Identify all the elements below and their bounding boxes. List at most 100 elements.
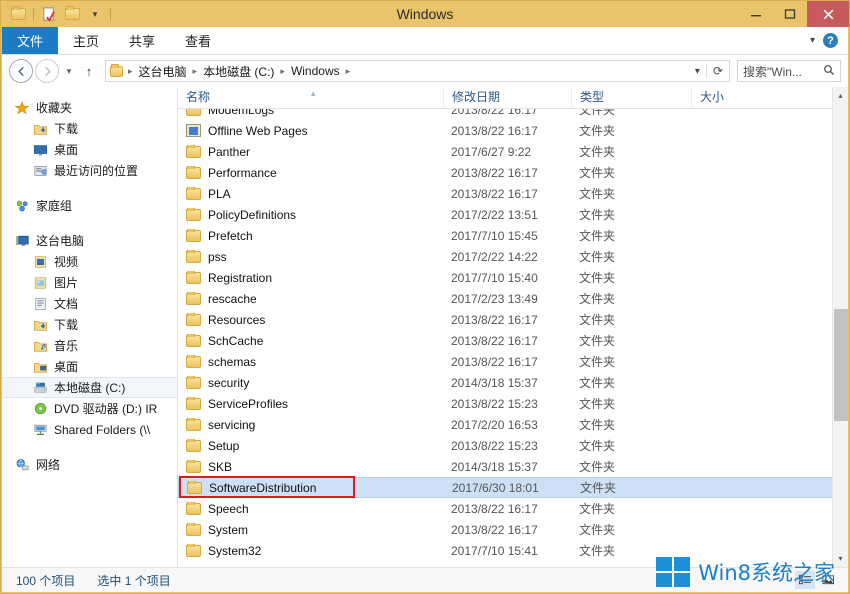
sidebar-item-downloads[interactable]: 下载	[2, 314, 177, 335]
sidebar-item-label: 音乐	[54, 337, 78, 354]
column-header-type[interactable]: 类型	[571, 87, 691, 108]
table-row[interactable]: Speech2013/8/22 16:17文件夹	[178, 498, 848, 519]
vertical-scrollbar[interactable]: ▴ ▾	[832, 87, 848, 567]
breadcrumb-item-1[interactable]: 本地磁盘 (C:)	[200, 63, 277, 80]
download-folder-icon	[32, 317, 48, 333]
table-row[interactable]: Prefetch2017/7/10 15:45文件夹	[178, 225, 848, 246]
table-row[interactable]: PLA2013/8/22 16:17文件夹	[178, 183, 848, 204]
table-row[interactable]: ModemLogs2013/8/22 16:17文件夹	[178, 109, 848, 120]
sidebar-item-desktop-fav[interactable]: 桌面	[2, 139, 177, 160]
search-input[interactable]: 搜索"Win...	[737, 60, 841, 82]
refresh-icon[interactable]: ⟳	[713, 64, 723, 78]
file-rows[interactable]: ModemLogs2013/8/22 16:17文件夹 Offline Web P…	[178, 109, 848, 567]
table-row[interactable]: rescache2017/2/23 13:49文件夹	[178, 288, 848, 309]
folder-icon	[186, 545, 201, 557]
sidebar-item-desktop[interactable]: 桌面	[2, 356, 177, 377]
sidebar-group-network[interactable]: 网络	[2, 454, 177, 475]
table-row[interactable]: PolicyDefinitions2017/2/22 13:51文件夹	[178, 204, 848, 225]
explorer-body: 收藏夹 下载 桌面	[2, 87, 848, 567]
table-row[interactable]: servicing2017/2/20 16:53文件夹	[178, 414, 848, 435]
file-type: 文件夹	[572, 479, 692, 496]
tab-file[interactable]: 文件	[2, 27, 58, 54]
new-folder-icon[interactable]	[62, 4, 82, 24]
chevron-down-icon[interactable]: ▾	[85, 4, 105, 24]
chevron-down-icon[interactable]: ▾	[810, 35, 815, 46]
table-row[interactable]: pss2017/2/22 14:22文件夹	[178, 246, 848, 267]
sidebar-group-this-pc[interactable]: 这台电脑	[2, 230, 177, 251]
table-row[interactable]: security2014/3/18 15:37文件夹	[178, 372, 848, 393]
minimize-button[interactable]	[739, 1, 773, 27]
maximize-button[interactable]	[773, 1, 807, 27]
file-date: 2017/6/27 9:22	[443, 145, 571, 159]
file-type: 文件夹	[571, 109, 691, 118]
recent-locations-icon[interactable]: ▾	[61, 59, 77, 83]
sidebar-item-label: 家庭组	[36, 197, 72, 214]
forward-button[interactable]	[35, 59, 59, 83]
navigation-pane[interactable]: 收藏夹 下载 桌面	[2, 87, 178, 567]
search-placeholder: 搜索"Win...	[743, 63, 802, 80]
file-name: System32	[208, 544, 261, 558]
table-row[interactable]: SKB2014/3/18 15:37文件夹	[178, 456, 848, 477]
table-row[interactable]: Resources2013/8/22 16:17文件夹	[178, 309, 848, 330]
scroll-up-icon[interactable]: ▴	[833, 87, 849, 104]
file-type: 文件夹	[571, 185, 691, 202]
sidebar-group-homegroup[interactable]: 家庭组	[2, 195, 177, 216]
toolbar-divider-2	[110, 8, 111, 21]
table-row[interactable]: SchCache2013/8/22 16:17文件夹	[178, 330, 848, 351]
folder-icon[interactable]	[8, 4, 28, 24]
sidebar-item-shared-folders[interactable]: Shared Folders (\\	[2, 419, 177, 440]
breadcrumb-separator-2: ▸	[279, 66, 286, 77]
table-row[interactable]: ServiceProfiles2013/8/22 15:23文件夹	[178, 393, 848, 414]
table-row[interactable]: Offline Web Pages2013/8/22 16:17文件夹	[178, 120, 848, 141]
sidebar-item-music[interactable]: 音乐	[2, 335, 177, 356]
file-name: Offline Web Pages	[208, 124, 308, 138]
address-dropdown-icon[interactable]: ▾	[695, 66, 700, 77]
tab-share[interactable]: 共享	[114, 27, 170, 54]
breadcrumb-item-2[interactable]: Windows	[288, 64, 343, 78]
sidebar-item-local-disk-c[interactable]: 本地磁盘 (C:)	[2, 377, 177, 398]
scrollbar-thumb[interactable]	[834, 309, 848, 421]
table-row[interactable]: Registration2017/7/10 15:40文件夹	[178, 267, 848, 288]
help-icon[interactable]: ?	[823, 33, 838, 48]
scrollbar-track[interactable]	[833, 104, 849, 550]
breadcrumb[interactable]: ▸ 这台电脑 ▸ 本地磁盘 (C:) ▸ Windows ▸ ▾ ⟳	[105, 60, 730, 82]
table-row[interactable]: Setup2013/8/22 15:23文件夹	[178, 435, 848, 456]
table-row[interactable]: Performance2013/8/22 16:17文件夹	[178, 162, 848, 183]
table-row[interactable]: SoftwareDistribution2017/6/30 18:01文件夹	[178, 477, 848, 498]
up-button[interactable]: ↑	[79, 59, 99, 83]
file-type: 文件夹	[571, 353, 691, 370]
file-type: 文件夹	[571, 143, 691, 160]
table-row[interactable]: schemas2013/8/22 16:17文件夹	[178, 351, 848, 372]
sidebar-item-label: 本地磁盘 (C:)	[54, 379, 125, 396]
file-date: 2013/8/22 16:17	[443, 124, 571, 138]
sidebar-item-videos[interactable]: 视频	[2, 251, 177, 272]
sidebar-item-dvd-drive-d[interactable]: DVD 驱动器 (D:) IR	[2, 398, 177, 419]
file-name: Panther	[208, 145, 250, 159]
sidebar-item-recent-places[interactable]: 最近访问的位置	[2, 160, 177, 181]
folder-icon	[186, 440, 201, 452]
sidebar-group-favorites[interactable]: 收藏夹	[2, 97, 177, 118]
sidebar-item-documents[interactable]: 文档	[2, 293, 177, 314]
folder-icon	[186, 209, 201, 221]
search-icon[interactable]	[823, 64, 835, 79]
breadcrumb-item-0[interactable]: 这台电脑	[136, 63, 190, 80]
breadcrumb-separator-0: ▸	[127, 66, 134, 77]
tab-view[interactable]: 查看	[170, 27, 226, 54]
file-list-pane: 名称 修改日期 类型 大小 ▴ ModemLogs2013/8/22 16:17…	[178, 87, 848, 567]
sidebar-item-pictures[interactable]: 图片	[2, 272, 177, 293]
table-row[interactable]: Panther 2017/6/27 9:22文件夹	[178, 141, 848, 162]
tab-home[interactable]: 主页	[58, 27, 114, 54]
download-folder-icon	[32, 121, 48, 137]
sidebar-spacer-1	[2, 181, 177, 195]
close-button[interactable]	[807, 1, 849, 27]
cell-name: servicing	[178, 418, 443, 432]
table-row[interactable]: System2013/8/22 16:17文件夹	[178, 519, 848, 540]
properties-icon[interactable]	[39, 4, 59, 24]
column-header-size[interactable]: 大小	[691, 87, 801, 108]
column-header-date[interactable]: 修改日期	[443, 87, 571, 108]
sidebar-item-downloads-fav[interactable]: 下载	[2, 118, 177, 139]
recent-places-icon	[32, 163, 48, 179]
file-type: 文件夹	[571, 248, 691, 265]
back-button[interactable]	[9, 59, 33, 83]
file-date: 2017/2/22 13:51	[443, 208, 571, 222]
